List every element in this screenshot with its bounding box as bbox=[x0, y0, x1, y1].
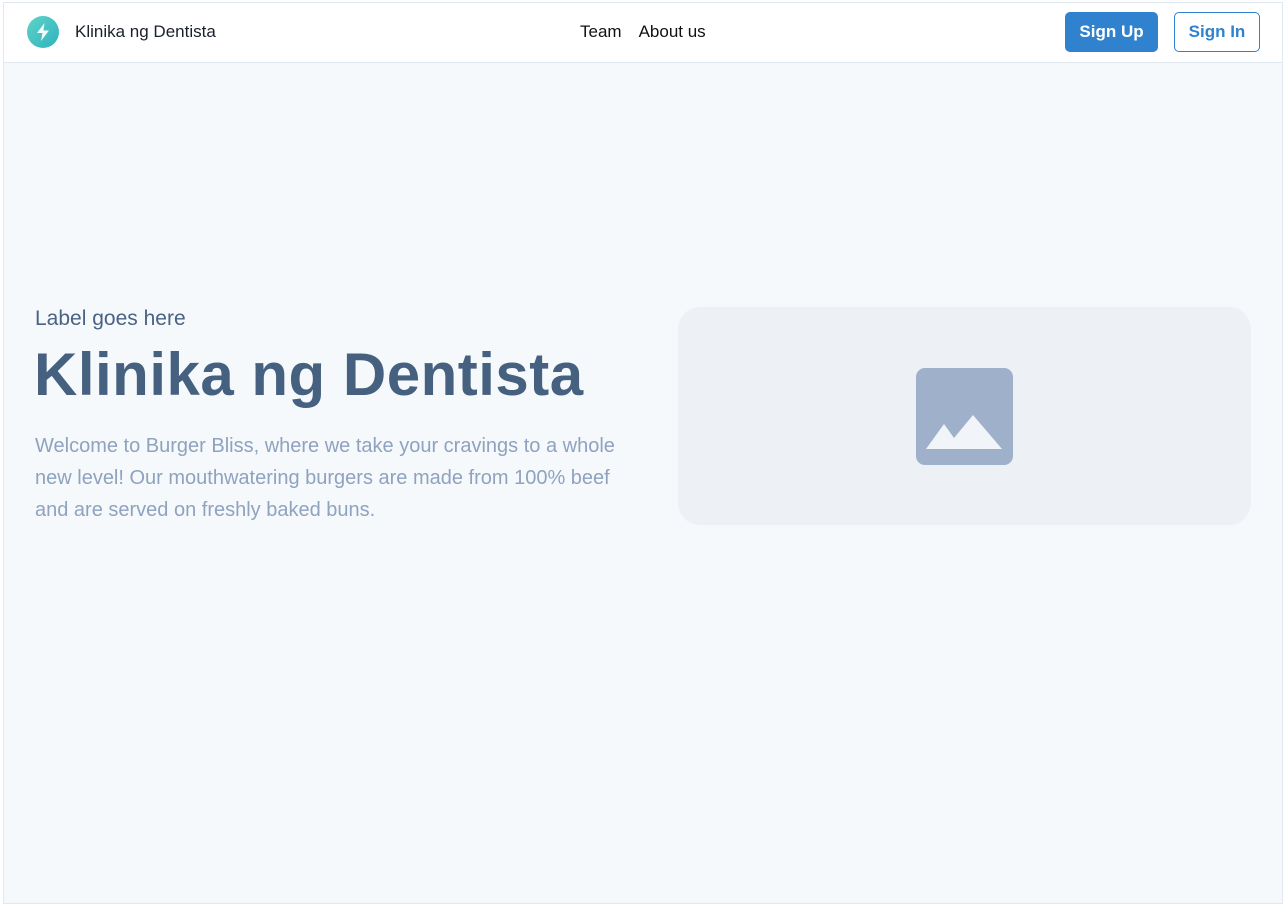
sign-in-button[interactable]: Sign In bbox=[1174, 12, 1260, 52]
lightning-bolt-icon[interactable] bbox=[27, 16, 59, 48]
hero-title: Klinika ng Dentista bbox=[34, 341, 584, 408]
nav-link-about-us[interactable]: About us bbox=[639, 22, 706, 42]
hero-image-placeholder bbox=[678, 307, 1251, 525]
nav-links: Team About us bbox=[580, 22, 706, 42]
hero-label: Label goes here bbox=[35, 307, 186, 330]
top-navbar: Klinika ng Dentista Team About us Sign U… bbox=[4, 3, 1282, 63]
image-placeholder-icon bbox=[916, 368, 1013, 465]
brand-name[interactable]: Klinika ng Dentista bbox=[75, 22, 216, 42]
hero-description: Welcome to Burger Bliss, where we take y… bbox=[35, 435, 615, 521]
nav-link-team[interactable]: Team bbox=[580, 22, 622, 42]
sign-up-button[interactable]: Sign Up bbox=[1065, 12, 1158, 52]
page-frame: Klinika ng Dentista Team About us Sign U… bbox=[3, 2, 1283, 904]
